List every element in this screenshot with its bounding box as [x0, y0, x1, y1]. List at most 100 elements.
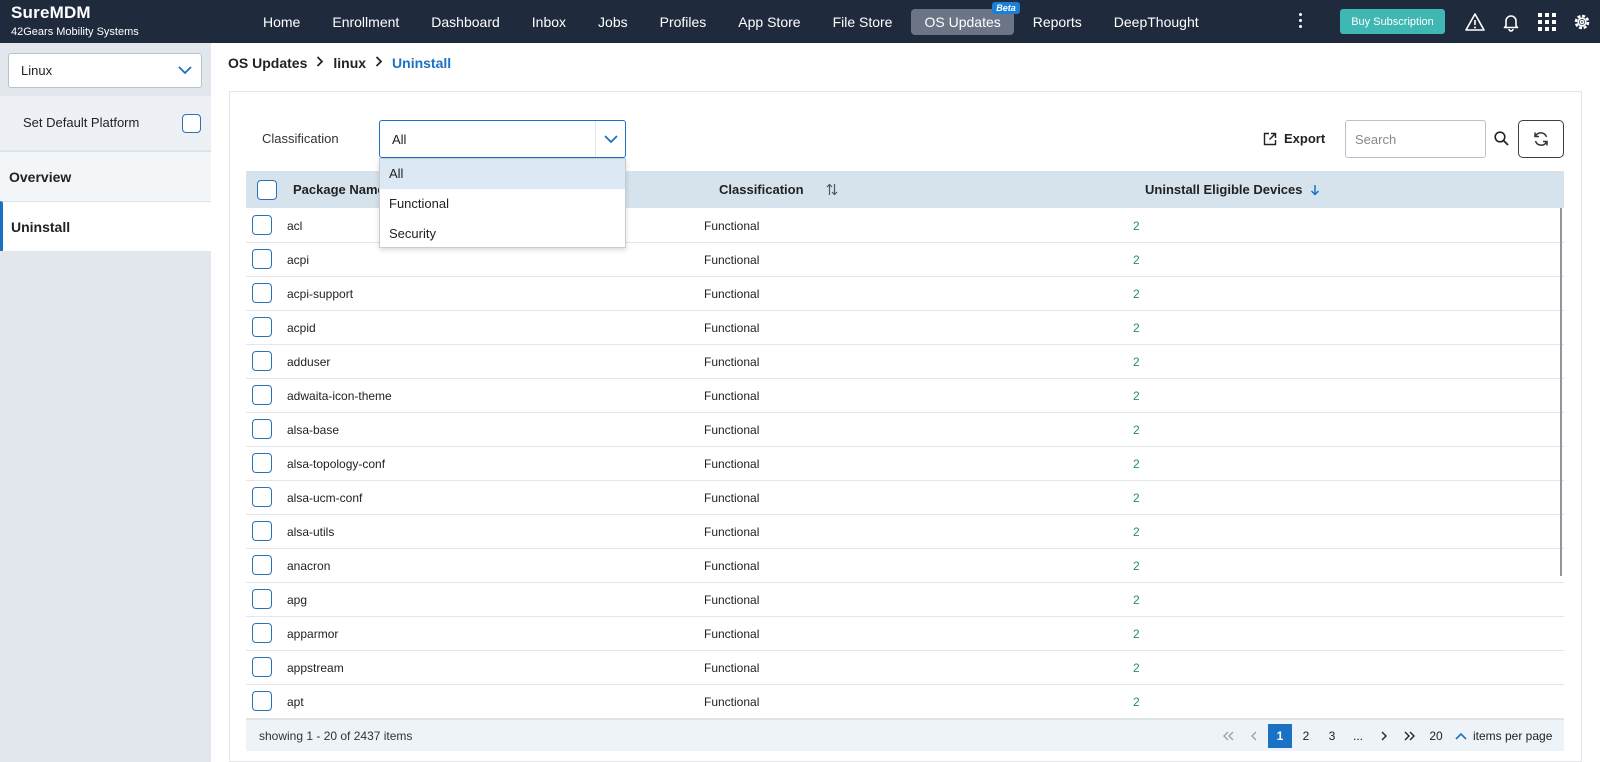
row-checkbox[interactable]	[252, 555, 272, 575]
nav-file-store[interactable]: File Store	[820, 9, 906, 35]
showing-count: showing 1 - 20 of 2437 items	[259, 729, 413, 743]
package-name-cell: alsa-base	[287, 423, 340, 437]
classification-select[interactable]: All	[379, 120, 626, 158]
default-platform-checkbox[interactable]	[182, 114, 201, 133]
row-checkbox[interactable]	[252, 453, 272, 473]
dropdown-option-all[interactable]: All	[380, 159, 625, 189]
nav-deepthought[interactable]: DeepThought	[1101, 9, 1212, 35]
eligible-devices-link[interactable]: 2	[1133, 457, 1140, 471]
row-checkbox[interactable]	[252, 589, 272, 609]
row-checkbox[interactable]	[252, 283, 272, 303]
search-icon[interactable]	[1494, 131, 1509, 146]
row-checkbox[interactable]	[252, 521, 272, 541]
row-checkbox[interactable]	[252, 419, 272, 439]
nav-dashboard[interactable]: Dashboard	[418, 9, 513, 35]
total-pages[interactable]: 20	[1424, 724, 1448, 748]
column-uninstall-eligible-devices[interactable]: Uninstall Eligible Devices	[1145, 182, 1320, 197]
row-checkbox[interactable]	[252, 317, 272, 337]
eligible-devices-link[interactable]: 2	[1133, 219, 1140, 233]
eligible-devices-link[interactable]: 2	[1133, 593, 1140, 607]
table-row[interactable]: apg Functional 2	[246, 582, 1564, 617]
eligible-devices-link[interactable]: 2	[1133, 253, 1140, 267]
column-package-name[interactable]: Package Name	[293, 182, 385, 197]
sort-icon[interactable]	[826, 183, 838, 196]
nav-os-updates[interactable]: OS Updates Beta	[911, 1, 1020, 35]
row-checkbox[interactable]	[252, 487, 272, 507]
table-row[interactable]: alsa-topology-conf Functional 2	[246, 446, 1564, 481]
eligible-devices-link[interactable]: 2	[1133, 321, 1140, 335]
nav-inbox[interactable]: Inbox	[519, 9, 579, 35]
eligible-devices-link[interactable]: 2	[1133, 287, 1140, 301]
sort-descending-icon[interactable]	[1310, 184, 1320, 196]
row-checkbox[interactable]	[252, 215, 272, 235]
eligible-devices-link[interactable]: 2	[1133, 423, 1140, 437]
table-row[interactable]: acpi-support Functional 2	[246, 276, 1564, 311]
chevron-right-icon	[1381, 731, 1387, 741]
nav-profiles[interactable]: Profiles	[647, 9, 720, 35]
apps-grid-icon[interactable]	[1537, 12, 1557, 32]
more-vertical-icon[interactable]	[1294, 10, 1306, 32]
sidebar-item-overview[interactable]: Overview	[0, 151, 211, 201]
table-row[interactable]: alsa-ucm-conf Functional 2	[246, 480, 1564, 515]
table-row[interactable]: adduser Functional 2	[246, 344, 1564, 379]
table-row[interactable]: apparmor Functional 2	[246, 616, 1564, 651]
nav-app-store[interactable]: App Store	[725, 9, 813, 35]
eligible-devices-link[interactable]: 2	[1133, 491, 1140, 505]
table-row[interactable]: alsa-utils Functional 2	[246, 514, 1564, 549]
search-input[interactable]	[1345, 120, 1486, 158]
table-row[interactable]: appstream Functional 2	[246, 650, 1564, 685]
next-page-button[interactable]	[1372, 724, 1396, 748]
nav-jobs[interactable]: Jobs	[585, 9, 641, 35]
row-checkbox[interactable]	[252, 351, 272, 371]
first-page-button[interactable]	[1216, 724, 1240, 748]
row-checkbox[interactable]	[252, 623, 272, 643]
chevron-down-icon[interactable]	[595, 121, 625, 157]
items-per-page-select[interactable]: items per page	[1455, 729, 1552, 743]
export-button[interactable]: Export	[1263, 131, 1325, 146]
eligible-devices-link[interactable]: 2	[1133, 661, 1140, 675]
nav-reports[interactable]: Reports	[1020, 9, 1095, 35]
table-row[interactable]: anacron Functional 2	[246, 548, 1564, 583]
eligible-devices-link[interactable]: 2	[1133, 355, 1140, 369]
table-row[interactable]: acpid Functional 2	[246, 310, 1564, 345]
dropdown-option-functional[interactable]: Functional	[380, 189, 625, 219]
export-label: Export	[1284, 131, 1326, 146]
breadcrumb-os-updates[interactable]: OS Updates	[228, 55, 307, 71]
eligible-devices-link[interactable]: 2	[1133, 627, 1140, 641]
eligible-devices-link[interactable]: 2	[1133, 389, 1140, 403]
refresh-button[interactable]	[1518, 120, 1564, 158]
brand[interactable]: SureMDM 42Gears Mobility Systems	[11, 3, 139, 38]
breadcrumb-linux[interactable]: linux	[333, 55, 366, 71]
platform-select[interactable]: Linux	[8, 53, 202, 88]
eligible-devices-link[interactable]: 2	[1133, 559, 1140, 573]
eligible-devices-link[interactable]: 2	[1133, 695, 1140, 709]
column-classification[interactable]: Classification	[719, 182, 838, 197]
row-checkbox[interactable]	[252, 249, 272, 269]
chevrons-left-icon	[1223, 731, 1234, 741]
page-2-button[interactable]: 2	[1294, 724, 1318, 748]
nav-enrollment[interactable]: Enrollment	[319, 9, 412, 35]
prev-page-button[interactable]	[1242, 724, 1266, 748]
table-row[interactable]: alsa-base Functional 2	[246, 412, 1564, 447]
bell-icon[interactable]	[1501, 12, 1521, 32]
last-page-button[interactable]	[1398, 724, 1422, 748]
sidebar-item-uninstall[interactable]: Uninstall	[0, 201, 211, 251]
table-row[interactable]: adwaita-icon-theme Functional 2	[246, 378, 1564, 413]
page-1-button[interactable]: 1	[1268, 724, 1292, 748]
scrollbar[interactable]	[1560, 208, 1562, 576]
page-3-button[interactable]: 3	[1320, 724, 1344, 748]
buy-subscription-button[interactable]: Buy Subscription	[1340, 9, 1445, 34]
row-checkbox[interactable]	[252, 691, 272, 711]
row-checkbox[interactable]	[252, 657, 272, 677]
warning-icon[interactable]	[1465, 12, 1485, 32]
table-row[interactable]: apt Functional 2	[246, 684, 1564, 719]
classification-dropdown: All Functional Security	[379, 158, 626, 248]
dropdown-option-security[interactable]: Security	[380, 219, 625, 249]
gear-icon[interactable]	[1572, 12, 1592, 32]
chevron-down-icon[interactable]	[169, 54, 201, 87]
eligible-devices-link[interactable]: 2	[1133, 525, 1140, 539]
classification-cell: Functional	[704, 389, 760, 403]
nav-home[interactable]: Home	[250, 9, 313, 35]
row-checkbox[interactable]	[252, 385, 272, 405]
select-all-checkbox[interactable]	[257, 180, 277, 200]
